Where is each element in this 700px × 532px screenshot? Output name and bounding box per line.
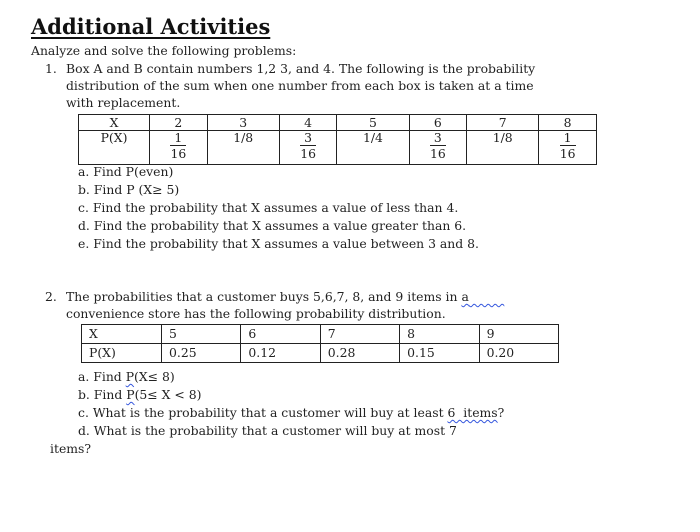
fraction: 3 16 — [300, 131, 316, 161]
spellcheck-flag[interactable]: 6 items — [448, 405, 498, 420]
fraction: 1 16 — [170, 131, 187, 161]
table-cell: 1/4 — [336, 130, 410, 165]
problem-text-line: distribution of the sum when one number … — [66, 78, 534, 93]
table-header-cell: X — [78, 114, 150, 131]
fraction: 3 16 — [429, 131, 446, 161]
spellcheck-flag[interactable]: P — [126, 387, 134, 402]
page-title: Additional Activities — [31, 14, 271, 39]
flagged-spaces — [469, 289, 504, 304]
table-cell: 2 — [149, 114, 208, 131]
table-cell: 4 — [278, 114, 338, 131]
question-item: b. Find P(5≤ X < 8) — [78, 387, 201, 402]
probability-table-2: X 5 6 7 8 9 P(X) 0.25 0.12 0.28 0.15 0.2… — [81, 324, 560, 363]
question-item: a. Find P(X≤ 8) — [78, 369, 175, 384]
table-cell: 8 — [538, 114, 597, 131]
text-run: (5≤ X < 8) — [134, 387, 202, 402]
table-header-cell: P(X) — [78, 130, 150, 165]
table-cell: 0.20 — [478, 343, 560, 363]
numerator: 3 — [300, 131, 316, 146]
table-cell: 3 — [206, 114, 280, 131]
question-item: d. Find the probability that X assumes a… — [78, 218, 467, 233]
denominator: 16 — [170, 146, 187, 161]
table-cell: 9 — [478, 324, 560, 344]
table-cell: 1 16 — [538, 130, 597, 165]
numerator: 1 — [559, 131, 576, 146]
instructions: Analyze and solve the following problems… — [31, 43, 297, 58]
table-cell: 0.12 — [240, 343, 321, 363]
text-run: ? — [497, 405, 505, 420]
table-row-x: X 5 6 7 8 9 — [81, 324, 560, 344]
text-run: (X≤ 8) — [134, 369, 175, 384]
table-cell: 0.28 — [319, 343, 401, 363]
text-run: b. Find — [78, 387, 127, 402]
question-item: a. Find P(even) — [78, 164, 174, 179]
problem-text-line: with replacement. — [66, 95, 181, 110]
table-cell: 1/8 — [466, 130, 540, 165]
table-cell: 0.25 — [160, 343, 242, 363]
spellcheck-flag[interactable]: a — [461, 289, 504, 304]
table-cell: 7 — [319, 324, 401, 344]
problem-text-line: The probabilities that a customer buys 5… — [66, 289, 504, 304]
table-cell: 7 — [466, 114, 540, 131]
table-row-x: X 2 3 4 5 6 7 8 — [78, 114, 597, 131]
question-item: d. What is the probability that a custom… — [78, 423, 457, 438]
spellcheck-flag[interactable]: P — [126, 369, 134, 384]
table-cell: 1/8 — [206, 130, 280, 165]
text-run: a. Find — [78, 369, 126, 384]
text-run: The probabilities that a customer buys 5… — [66, 289, 462, 304]
problem-text-line: Box A and B contain numbers 1,2 3, and 4… — [66, 61, 536, 76]
denominator: 16 — [559, 146, 576, 161]
table-cell: 8 — [399, 324, 480, 344]
problem-number: 1. — [45, 61, 57, 76]
table-cell: 5 — [336, 114, 410, 131]
question-item: c. What is the probability that a custom… — [78, 405, 504, 420]
table-cell: 3 16 — [408, 130, 468, 165]
table-cell: 3 16 — [278, 130, 338, 165]
table-row-px: P(X) 1 16 1/8 3 16 1/4 3 16 1/8 1 16 — [78, 130, 597, 165]
table-row-px: P(X) 0.25 0.12 0.28 0.15 0.20 — [81, 343, 560, 363]
question-item-wrap: items? — [50, 441, 92, 456]
table-cell: 0.15 — [399, 343, 480, 363]
numerator: 3 — [429, 131, 446, 146]
question-item: e. Find the probability that X assumes a… — [78, 236, 479, 251]
table-cell: 5 — [160, 324, 242, 344]
question-item: b. Find P (X≥ 5) — [78, 182, 180, 197]
flagged-word: a — [461, 289, 469, 304]
denominator: 16 — [300, 146, 316, 161]
table-cell: 1 16 — [149, 130, 208, 165]
problem-text-line: convenience store has the following prob… — [66, 306, 446, 321]
text-run: c. What is the probability that a custom… — [78, 405, 448, 420]
table-cell: 6 — [408, 114, 468, 131]
table-header-cell: X — [81, 324, 162, 344]
fraction: 1 16 — [559, 131, 576, 161]
question-item: c. Find the probability that X assumes a… — [78, 200, 459, 215]
probability-table-1: X 2 3 4 5 6 7 8 P(X) 1 16 1/8 3 16 1/4 3 16… — [78, 114, 597, 165]
numerator: 1 — [170, 131, 187, 146]
problem-number: 2. — [45, 289, 57, 304]
table-header-cell: P(X) — [81, 343, 162, 363]
denominator: 16 — [429, 146, 446, 161]
table-cell: 6 — [240, 324, 321, 344]
